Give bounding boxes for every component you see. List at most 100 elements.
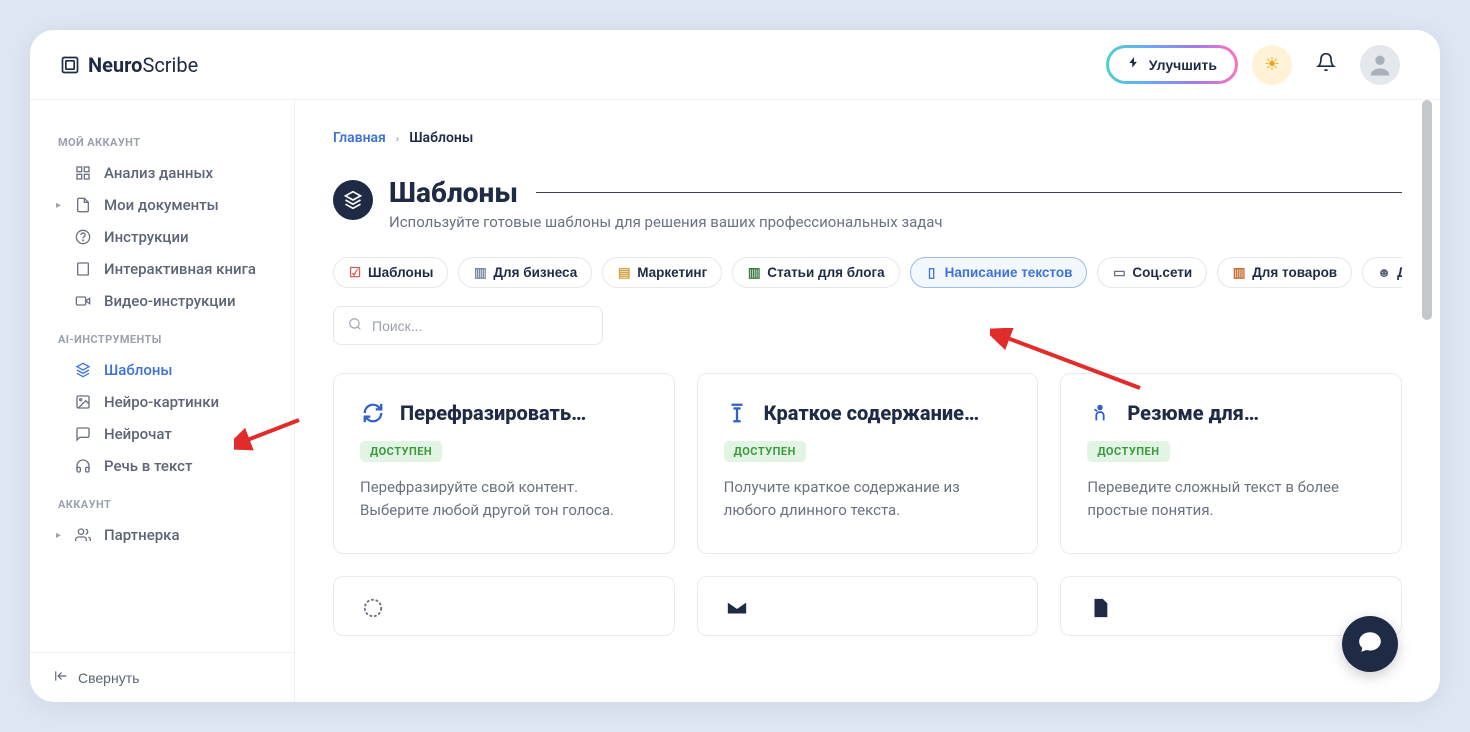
users-icon <box>74 526 92 544</box>
sidebar-section-label: МОЙ АККАУНТ <box>50 120 284 157</box>
chip-label: Шаблоны <box>368 265 433 280</box>
chip-writing[interactable]: ▯ Написание текстов <box>910 257 1088 288</box>
chip-blog[interactable]: ▥ Статьи для блога <box>732 257 899 288</box>
chat-fab-button[interactable] <box>1342 616 1398 672</box>
sidebar-item-neuro-images[interactable]: Нейро-картинки <box>50 386 284 418</box>
chip-label: Написание текстов <box>945 265 1073 280</box>
sidebar-item-instructions[interactable]: Инструкции <box>50 221 284 253</box>
sidebar-item-label: Анализ данных <box>104 164 213 182</box>
books-icon: ▥ <box>1232 266 1246 280</box>
status-badge: ДОСТУПЕН <box>724 441 806 462</box>
document-icon <box>74 196 92 214</box>
sidebar-item-speech-to-text[interactable]: Речь в текст <box>50 450 284 482</box>
scrollbar-thumb[interactable] <box>1422 100 1432 320</box>
card-description: Получите краткое содержание из любого дл… <box>724 476 1012 523</box>
status-badge: ДОСТУПЕН <box>360 441 442 462</box>
template-card-summary[interactable]: Краткое содержание… ДОСТУПЕН Получите кр… <box>697 373 1039 554</box>
checklist-icon: ☑ <box>348 266 362 280</box>
sun-icon: ☀ <box>1264 54 1280 75</box>
theme-toggle-button[interactable]: ☀ <box>1252 45 1292 85</box>
article-icon: ▥ <box>747 266 761 280</box>
sidebar-item-partner[interactable]: ▸ Партнерка <box>50 519 284 551</box>
scrollbar[interactable] <box>1422 100 1432 662</box>
summary-icon <box>724 400 750 426</box>
template-card-resume[interactable]: Резюме для… ДОСТУПЕН Переведите сложный … <box>1060 373 1402 554</box>
filter-chips: ☑Шаблоны ▥Для бизнеса ▤Маркетинг ▥Статьи… <box>333 257 1402 288</box>
chip-products[interactable]: ▥ Для товаров <box>1217 257 1352 288</box>
header: NeuroScribe Улучшить ☀ <box>30 30 1440 100</box>
logo[interactable]: NeuroScribe <box>60 53 198 77</box>
card-description: Переведите сложный текст в более простые… <box>1087 476 1375 523</box>
sidebar-item-label: Мои документы <box>104 196 219 214</box>
robot-icon: ☻ <box>1377 266 1391 280</box>
collapse-icon <box>54 669 68 686</box>
template-card[interactable] <box>697 576 1039 636</box>
clock-icon <box>360 595 386 621</box>
template-card[interactable] <box>333 576 675 636</box>
breadcrumb-current: Шаблоны <box>409 130 473 146</box>
chip-label: Статьи для блога <box>767 265 884 280</box>
sidebar-item-label: Речь в текст <box>104 457 192 475</box>
logo-text-strong: Neuro <box>88 53 142 77</box>
chevron-right-icon: ▸ <box>56 530 61 541</box>
sidebar-item-label: Нейрочат <box>104 425 172 443</box>
sidebar-section-label: АККАУНТ <box>50 482 284 519</box>
sidebar-item-label: Партнерка <box>104 526 180 544</box>
chip-templates[interactable]: ☑ Шаблоны <box>333 257 448 288</box>
upgrade-button[interactable]: Улучшить <box>1109 48 1235 81</box>
image-icon <box>74 393 92 411</box>
breadcrumb-home[interactable]: Главная <box>333 130 386 146</box>
search-icon <box>348 316 362 335</box>
upgrade-label: Улучшить <box>1149 57 1217 73</box>
refresh-icon <box>360 400 386 426</box>
cards-grid: Перефразировать… ДОСТУПЕН Перефразируйте… <box>333 373 1402 636</box>
chip-label: Для бизнеса <box>493 265 577 280</box>
avatar[interactable] <box>1360 45 1400 85</box>
card-title: Перефразировать… <box>400 401 586 425</box>
header-actions: Улучшить ☀ <box>1106 45 1400 85</box>
collapse-sidebar-button[interactable]: Свернуть <box>54 669 139 686</box>
chat-icon <box>74 425 92 443</box>
sidebar-item-neurochat[interactable]: Нейрочат <box>50 418 284 450</box>
sidebar-item-interactive-book[interactable]: Интерактивная книга <box>50 253 284 285</box>
laptop-icon: ▭ <box>1112 266 1126 280</box>
page-subtitle: Используйте готовые шаблоны для решения … <box>389 213 1402 231</box>
layers-icon <box>74 361 92 379</box>
sidebar-section-label: AI-ИНСТРУМЕНТЫ <box>50 317 284 354</box>
video-icon <box>74 292 92 310</box>
sidebar-item-analytics[interactable]: Анализ данных <box>50 157 284 189</box>
book-icon: ▯ <box>925 266 939 280</box>
notifications-button[interactable] <box>1306 45 1346 85</box>
chip-label: Маркетинг <box>637 265 707 280</box>
card-title: Резюме для… <box>1127 401 1259 425</box>
headphones-icon <box>74 457 92 475</box>
sidebar-item-label: Инструкции <box>104 228 189 246</box>
page-icon <box>1087 595 1113 621</box>
logo-text-light: Scribe <box>142 53 198 77</box>
search-field[interactable] <box>333 306 603 345</box>
chip-label: Для товаров <box>1252 265 1337 280</box>
sidebar-item-label: Шаблоны <box>104 361 173 379</box>
person-icon <box>1087 400 1113 426</box>
main: Главная › Шаблоны Шаблоны Используйте го… <box>295 100 1440 702</box>
search-input[interactable] <box>372 318 588 334</box>
divider <box>536 192 1402 193</box>
help-icon <box>74 228 92 246</box>
breadcrumb: Главная › Шаблоны <box>333 130 1402 146</box>
bell-icon <box>1316 52 1336 77</box>
chip-marketing[interactable]: ▤Маркетинг <box>602 257 722 288</box>
sidebar-item-templates[interactable]: Шаблоны <box>50 354 284 386</box>
chip-business[interactable]: ▥Для бизнеса <box>458 257 592 288</box>
sidebar-item-video[interactable]: Видео-инструкции <box>50 285 284 317</box>
template-card-paraphrase[interactable]: Перефразировать… ДОСТУПЕН Перефразируйте… <box>333 373 675 554</box>
status-badge: ДОСТУПЕН <box>1087 441 1169 462</box>
layers-icon <box>333 180 373 220</box>
chip-website[interactable]: ☻ Для сайта <box>1362 257 1402 288</box>
sidebar-item-documents[interactable]: ▸ Мои документы <box>50 189 284 221</box>
chip-social[interactable]: ▭Соц.сети <box>1097 257 1207 288</box>
sidebar-item-label: Нейро-картинки <box>104 393 219 411</box>
sidebar-item-label: Интерактивная книга <box>104 260 256 278</box>
chip-label: Для сайта <box>1397 265 1402 280</box>
chat-bubble-icon <box>1357 629 1383 659</box>
card-description: Перефразируйте свой контент. Выберите лю… <box>360 476 648 523</box>
